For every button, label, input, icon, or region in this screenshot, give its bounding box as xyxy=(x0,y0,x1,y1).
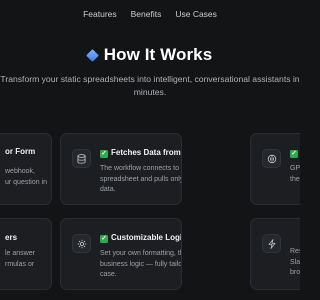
card-heading-text: Fetches Data from Google Sheets xyxy=(111,148,181,157)
nav-link-benefits[interactable]: Benefits xyxy=(131,9,162,19)
card-description: webhook, ur question in xyxy=(5,167,47,188)
desc-line: The workflow connects to your selected xyxy=(100,165,181,172)
feature-card-fetch-data: ✓Fetches Data from Google Sheets The wor… xyxy=(60,133,182,205)
feature-card-answers: ers le answer rmulas or xyxy=(0,218,52,290)
section-subtitle: Transform your static spreadsheets into … xyxy=(0,73,300,99)
ai-brain-icon xyxy=(262,149,281,168)
card-heading: ✓Fetches Data from Google Sheets xyxy=(100,148,181,158)
top-nav: Features Benefits Use Cases xyxy=(0,9,300,19)
desc-line: webhook, xyxy=(5,168,35,175)
page: Features Benefits Use Cases How It Works… xyxy=(0,0,300,300)
desc-line: Set your own formatting, thresholds, or xyxy=(100,250,181,257)
desc-line: data. xyxy=(100,186,116,193)
check-mark-icon: ✓ xyxy=(100,235,108,243)
desc-line: spreadsheet and pulls only the relevant xyxy=(100,175,182,183)
desc-line: le answer xyxy=(5,250,35,257)
card-description: The workflow connects to your selected s… xyxy=(100,164,182,196)
lightning-icon xyxy=(262,234,281,253)
card-heading: ✓Customizable Logic & Filters xyxy=(100,233,182,243)
desc-line: the xyxy=(290,175,300,183)
desc-line: Slac xyxy=(290,258,300,266)
card-heading-text: Customizable Logic & Filters xyxy=(111,233,182,242)
feature-card-custom-logic: ✓Customizable Logic & Filters Set your o… xyxy=(60,218,182,290)
desc-line: case. xyxy=(100,271,117,278)
desc-line: rmulas or xyxy=(5,260,35,268)
desc-line: brow xyxy=(290,269,300,276)
feature-card-ai: ✓U GPT the xyxy=(250,133,300,205)
card-description: Set your own formatting, thresholds, or … xyxy=(100,249,182,281)
blue-diamond-icon xyxy=(85,48,99,62)
desc-line: ur question in xyxy=(5,178,48,186)
desc-line: GPT xyxy=(290,165,300,172)
card-description: GPT the xyxy=(290,164,300,185)
subtitle-line: Transform your static spreadsheets into … xyxy=(0,74,300,84)
nav-link-features[interactable]: Features xyxy=(83,9,117,19)
card-description: Res Slac brow xyxy=(290,247,300,279)
database-icon xyxy=(72,149,91,168)
feature-card-delivery: Res Slac brow xyxy=(250,218,300,290)
subtitle-line: minutes. xyxy=(133,87,167,97)
feature-card-form: or Form webhook, ur question in xyxy=(0,133,52,205)
desc-line: business logic — fully tailored to your … xyxy=(100,260,182,268)
desc-line: Res xyxy=(290,248,300,255)
check-mark-icon: ✓ xyxy=(290,150,298,158)
nav-link-use-cases[interactable]: Use Cases xyxy=(175,9,217,19)
card-heading: or Form xyxy=(5,147,36,156)
card-heading: ✓U xyxy=(290,148,300,158)
section-title: How It Works xyxy=(103,45,213,64)
card-heading: ers xyxy=(5,233,18,242)
card-description: le answer rmulas or xyxy=(5,249,35,270)
gear-icon xyxy=(72,234,91,253)
section-heading: How It Works xyxy=(0,45,300,65)
check-mark-icon: ✓ xyxy=(100,150,108,158)
